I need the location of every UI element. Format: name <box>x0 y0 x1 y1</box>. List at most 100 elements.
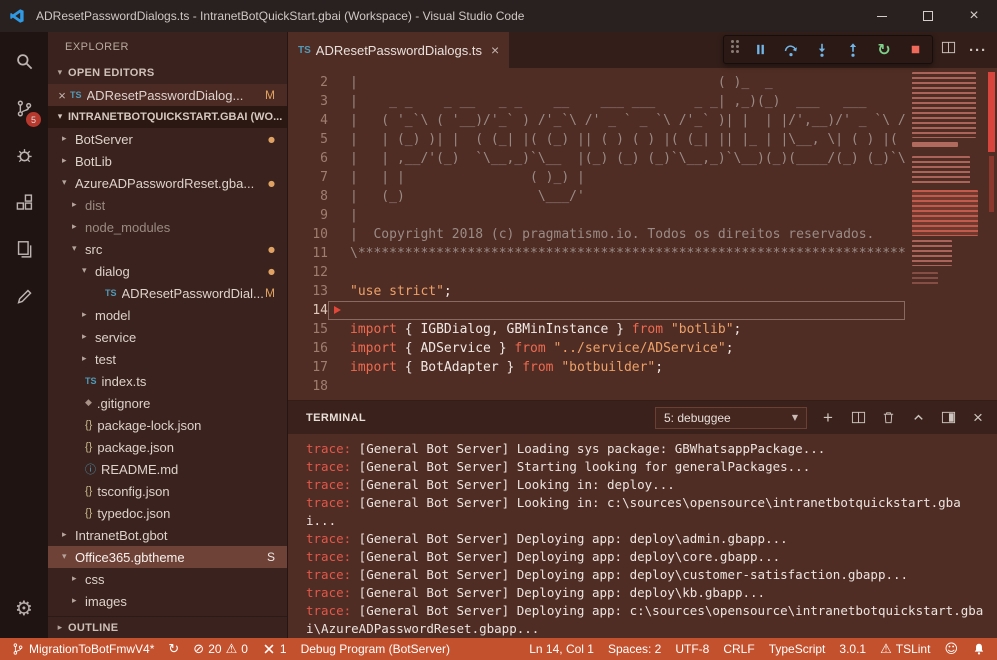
stop-button[interactable] <box>905 40 925 60</box>
open-editor-label: ADResetPasswordDialog... <box>87 88 244 103</box>
activity-debug-icon[interactable] <box>0 132 48 179</box>
status-text: 20 <box>208 642 221 656</box>
status-text: TypeScript <box>769 642 826 656</box>
terminal-tab[interactable]: TERMINAL <box>306 412 366 424</box>
status-eol[interactable]: CRLF <box>716 638 761 660</box>
activity-edit-icon[interactable] <box>0 273 48 320</box>
split-editor-icon[interactable] <box>941 40 956 60</box>
status-sync[interactable]: ↻ <box>161 638 186 660</box>
step-over-button[interactable] <box>781 40 801 60</box>
chevron-down-icon[interactable]: ▾ <box>62 552 75 562</box>
chevron-right-icon[interactable]: ▸ <box>72 200 85 210</box>
modified-badge: M <box>265 88 275 102</box>
maximize-button[interactable] <box>905 0 951 32</box>
tree-item-dialog[interactable]: ▾dialog● <box>48 260 287 282</box>
maximize-panel-chevron-icon[interactable] <box>909 409 927 427</box>
status-indentation[interactable]: Spaces: 2 <box>601 638 668 660</box>
tree-item-botserver[interactable]: ▸BotServer● <box>48 128 287 150</box>
drag-handle-icon[interactable] <box>731 40 739 60</box>
step-out-button[interactable] <box>843 40 863 60</box>
tree-item-node-modules[interactable]: ▸node_modules <box>48 216 287 238</box>
close-editor-icon[interactable]: × <box>54 88 70 103</box>
minimize-button[interactable] <box>859 0 905 32</box>
tree-item-package-lock-json[interactable]: {}package-lock.json <box>48 414 287 436</box>
chevron-right-icon[interactable]: ▸ <box>82 332 95 342</box>
status-tasks[interactable]: 1 <box>255 638 294 660</box>
status-encoding[interactable]: UTF-8 <box>668 638 716 660</box>
minimap[interactable] <box>909 68 983 400</box>
tree-item-azureadpasswordreset-gba[interactable]: ▾AzureADPasswordReset.gba...● <box>48 172 287 194</box>
chevron-right-icon[interactable]: ▸ <box>62 530 75 540</box>
chevron-right-icon[interactable]: ▸ <box>72 574 85 584</box>
tree-item-service[interactable]: ▸service <box>48 326 287 348</box>
terminal-line: trace: [General Bot Server] Deploying ap… <box>306 530 989 548</box>
code-editor[interactable]: 2| ( )_ _ |3| _ _ _ __ _ _ __ ___ ___ _ … <box>288 68 997 400</box>
tree-item-intranetbot-gbot[interactable]: ▸IntranetBot.gbot <box>48 524 287 546</box>
chevron-right-icon[interactable]: ▸ <box>82 354 95 364</box>
open-editors-header[interactable]: ▾ OPEN EDITORS <box>48 62 287 84</box>
activity-search-icon[interactable] <box>0 38 48 85</box>
terminal-output[interactable]: trace: [General Bot Server] Loading sys … <box>288 434 997 638</box>
json-file-icon: {} <box>85 485 92 497</box>
tree-item-readme-md[interactable]: ⓘREADME.md <box>48 458 287 480</box>
workspace-header[interactable]: ▾ INTRANETBOTQUICKSTART.GBAI (WO... <box>48 106 287 128</box>
chevron-down-icon[interactable]: ▾ <box>82 266 95 276</box>
activity-source-control-icon[interactable]: 5 <box>0 85 48 132</box>
tree-item-css[interactable]: ▸css <box>48 568 287 590</box>
warning-icon: ⚠ <box>226 642 238 657</box>
activity-explorer-icon[interactable] <box>0 226 48 273</box>
chevron-right-icon[interactable]: ▸ <box>62 134 75 144</box>
tree-item-test[interactable]: ▸test <box>48 348 287 370</box>
status-language-mode[interactable]: TypeScript <box>762 638 833 660</box>
chevron-down-icon[interactable]: ▾ <box>72 244 85 254</box>
chevron-right-icon[interactable]: ▸ <box>72 222 85 232</box>
terminal-selector[interactable]: 5: debuggee ▼ <box>655 407 807 429</box>
tree-item-images[interactable]: ▸images <box>48 590 287 612</box>
tools-icon <box>262 642 276 656</box>
status-git-branch[interactable]: MigrationToBotFmwV4* <box>4 638 161 660</box>
tree-item-dist[interactable]: ▸dist <box>48 194 287 216</box>
tree-item-office365-gbtheme[interactable]: ▾Office365.gbthemeS <box>48 546 287 568</box>
outline-header[interactable]: ▸ OUTLINE <box>48 616 287 638</box>
tree-item-tsconfig-json[interactable]: {}tsconfig.json <box>48 480 287 502</box>
activity-extensions-icon[interactable] <box>0 179 48 226</box>
settings-gear-icon[interactable]: ⚙ <box>0 588 48 628</box>
tree-item-model[interactable]: ▸model <box>48 304 287 326</box>
kill-terminal-trash-icon[interactable] <box>879 409 897 427</box>
split-terminal-icon[interactable] <box>849 409 867 427</box>
restart-button[interactable]: ↻ <box>874 40 894 60</box>
tree-item-src[interactable]: ▾src● <box>48 238 287 260</box>
window-title: ADResetPasswordDialogs.ts - IntranetBotQ… <box>36 9 524 23</box>
status-tslint[interactable]: ⚠TSLint <box>873 638 937 660</box>
new-terminal-icon[interactable]: + <box>819 409 837 427</box>
status-text: Ln 14, Col 1 <box>529 642 594 656</box>
chevron-right-icon[interactable]: ▸ <box>72 596 85 606</box>
status-notifications[interactable] <box>965 638 993 660</box>
more-actions-icon[interactable]: ··· <box>969 42 987 59</box>
chevron-right-icon[interactable]: ▸ <box>82 310 95 320</box>
chevron-down-icon[interactable]: ▾ <box>62 178 75 188</box>
pause-button[interactable] <box>750 40 770 60</box>
status-debug-status[interactable]: Debug Program (BotServer) <box>294 638 457 660</box>
tab-adresetpassworddialogs[interactable]: TS ADResetPasswordDialogs.ts × <box>288 32 509 68</box>
tree-item-package-json[interactable]: {}package.json <box>48 436 287 458</box>
toggle-panel-icon[interactable] <box>939 409 957 427</box>
step-into-button[interactable] <box>812 40 832 60</box>
chevron-right-icon[interactable]: ▸ <box>62 156 75 166</box>
status-cursor-position[interactable]: Ln 14, Col 1 <box>522 638 601 660</box>
close-panel-icon[interactable]: × <box>969 409 987 427</box>
open-editor-item-adresetpassworddialog[interactable]: ×TSADResetPasswordDialog...M <box>48 84 287 106</box>
status-feedback[interactable]: ☺ <box>937 638 965 660</box>
tab-close-icon[interactable]: × <box>491 42 499 58</box>
tree-item-gitignore[interactable]: ◆.gitignore <box>48 392 287 414</box>
tree-item-typedoc-json[interactable]: {}typedoc.json <box>48 502 287 524</box>
status-problems[interactable]: ⊘20⚠0 <box>186 638 255 660</box>
tree-item-index-ts[interactable]: TSindex.ts <box>48 370 287 392</box>
status-version[interactable]: 3.0.1 <box>832 638 873 660</box>
activity-bar: 5 ⚙ <box>0 32 48 638</box>
tree-item-botlib[interactable]: ▸BotLib <box>48 150 287 172</box>
tree-item-adresetpassworddial[interactable]: TSADResetPasswordDial...M <box>48 282 287 304</box>
close-button[interactable]: × <box>951 0 997 32</box>
scrollbar-thumb[interactable] <box>988 72 995 152</box>
editor-actions: ··· <box>941 32 987 68</box>
